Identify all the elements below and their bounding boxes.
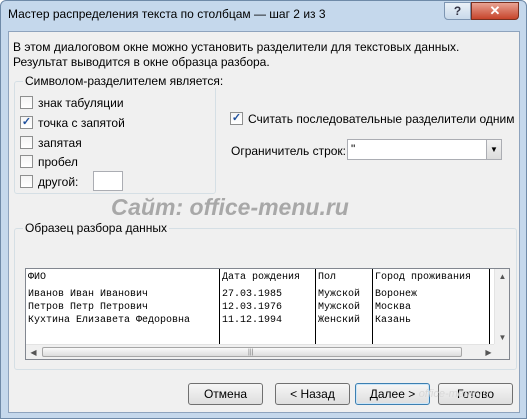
delimiters-group-title: Символом-разделителем является: xyxy=(23,74,226,88)
checkbox-semicolon-label: точка с запятой xyxy=(38,116,125,130)
preview-cell: Москва xyxy=(375,302,412,313)
horizontal-scroll-thumb[interactable]: ||| xyxy=(42,347,462,357)
preview-header-row: ФИО Дата рождения Пол Город проживания xyxy=(26,271,496,284)
chevron-down-icon[interactable]: ▼ xyxy=(486,140,501,159)
help-icon: ? xyxy=(453,4,462,18)
checkbox-tab-label: знак табуляции xyxy=(38,96,124,110)
preview-header-cell: Дата рождения xyxy=(222,272,301,283)
checkbox-consecutive-box[interactable]: ✓ xyxy=(230,112,243,125)
dialog-client: В этом диалоговом окне можно установить … xyxy=(8,31,520,413)
preview-cell: Мужской xyxy=(318,302,361,313)
table-row: Кухтина Елизавета Федоровна 11.12.1994 Ж… xyxy=(26,314,496,327)
checkbox-space-label: пробел xyxy=(38,155,78,169)
checkbox-consecutive-label: Считать последовательные разделители одн… xyxy=(248,112,515,126)
vertical-scrollbar[interactable]: ▲ ▼ xyxy=(494,269,509,345)
preview-table: ФИО Дата рождения Пол Город проживания И… xyxy=(26,269,496,345)
checkbox-tab-box[interactable] xyxy=(20,96,33,109)
title-bar[interactable]: Мастер распределения текста по столбцам … xyxy=(1,1,526,31)
preview-cell: Петров Петр Петрович xyxy=(28,302,149,313)
preview-cell: Мужской xyxy=(318,289,361,300)
scroll-down-icon[interactable]: ▼ xyxy=(495,330,509,345)
back-button[interactable]: < Назад xyxy=(275,383,350,405)
preview-cell: Женский xyxy=(318,315,361,326)
text-qualifier-select[interactable]: " ▼ xyxy=(347,139,502,160)
description-text: В этом диалоговом окне можно установить … xyxy=(13,40,460,69)
table-row: Иванов Иван Иванович 27.03.1985 Мужской … xyxy=(26,288,496,301)
help-button[interactable]: ? xyxy=(444,2,471,20)
close-icon: ✕ xyxy=(489,3,501,18)
checkbox-space-box[interactable] xyxy=(20,155,33,168)
preview-cell: Казань xyxy=(375,315,412,326)
preview-header-cell: Пол xyxy=(318,272,337,283)
checkbox-comma-label: запятая xyxy=(38,136,82,150)
preview-cell: Воронеж xyxy=(375,289,418,300)
preview-cell: 11.12.1994 xyxy=(222,315,283,326)
grip-icon: ||| xyxy=(248,349,254,356)
window-title: Мастер распределения текста по столбцам … xyxy=(8,7,326,21)
cancel-button[interactable]: Отмена xyxy=(188,383,263,405)
preview-cell: 12.03.1976 xyxy=(222,302,283,313)
scroll-left-icon[interactable]: ◀ xyxy=(26,345,41,359)
preview-cell: 27.03.1985 xyxy=(222,289,283,300)
checkbox-semicolon-box[interactable]: ✓ xyxy=(20,116,33,129)
close-button[interactable]: ✕ xyxy=(471,2,519,20)
checkbox-comma-box[interactable] xyxy=(20,136,33,149)
preview-cell: Кухтина Елизавета Федоровна xyxy=(28,315,191,326)
scroll-up-icon[interactable]: ▲ xyxy=(495,269,509,284)
preview-group-title: Образец разбора данных xyxy=(23,221,170,235)
column-break-line[interactable] xyxy=(219,269,220,345)
other-delimiter-input[interactable] xyxy=(93,171,123,191)
footer-watermark: office-menu.ru xyxy=(418,388,489,400)
dialog-window: Мастер распределения текста по столбцам … xyxy=(0,0,527,419)
column-break-line[interactable] xyxy=(489,269,490,345)
checkbox-other-box[interactable] xyxy=(20,175,33,188)
preview-area[interactable]: ФИО Дата рождения Пол Город проживания И… xyxy=(25,268,510,360)
text-qualifier-value: " xyxy=(351,142,356,156)
checkbox-other-label: другой: xyxy=(38,175,79,189)
preview-header-cell: ФИО xyxy=(28,272,47,283)
text-qualifier-label: Ограничитель строк: xyxy=(231,144,346,158)
preview-header-cell: Город проживания xyxy=(375,272,472,283)
preview-group: Образец разбора данных ФИО Дата рождения… xyxy=(14,221,517,370)
scroll-corner xyxy=(494,344,509,359)
column-break-line[interactable] xyxy=(372,269,373,345)
horizontal-scrollbar[interactable]: ◀ ||| ▶ xyxy=(26,344,496,359)
column-break-line[interactable] xyxy=(315,269,316,345)
site-watermark: Сайт: office-menu.ru xyxy=(111,194,349,220)
preview-cell: Иванов Иван Иванович xyxy=(28,289,149,300)
table-row: Петров Петр Петрович 12.03.1976 Мужской … xyxy=(26,301,496,314)
